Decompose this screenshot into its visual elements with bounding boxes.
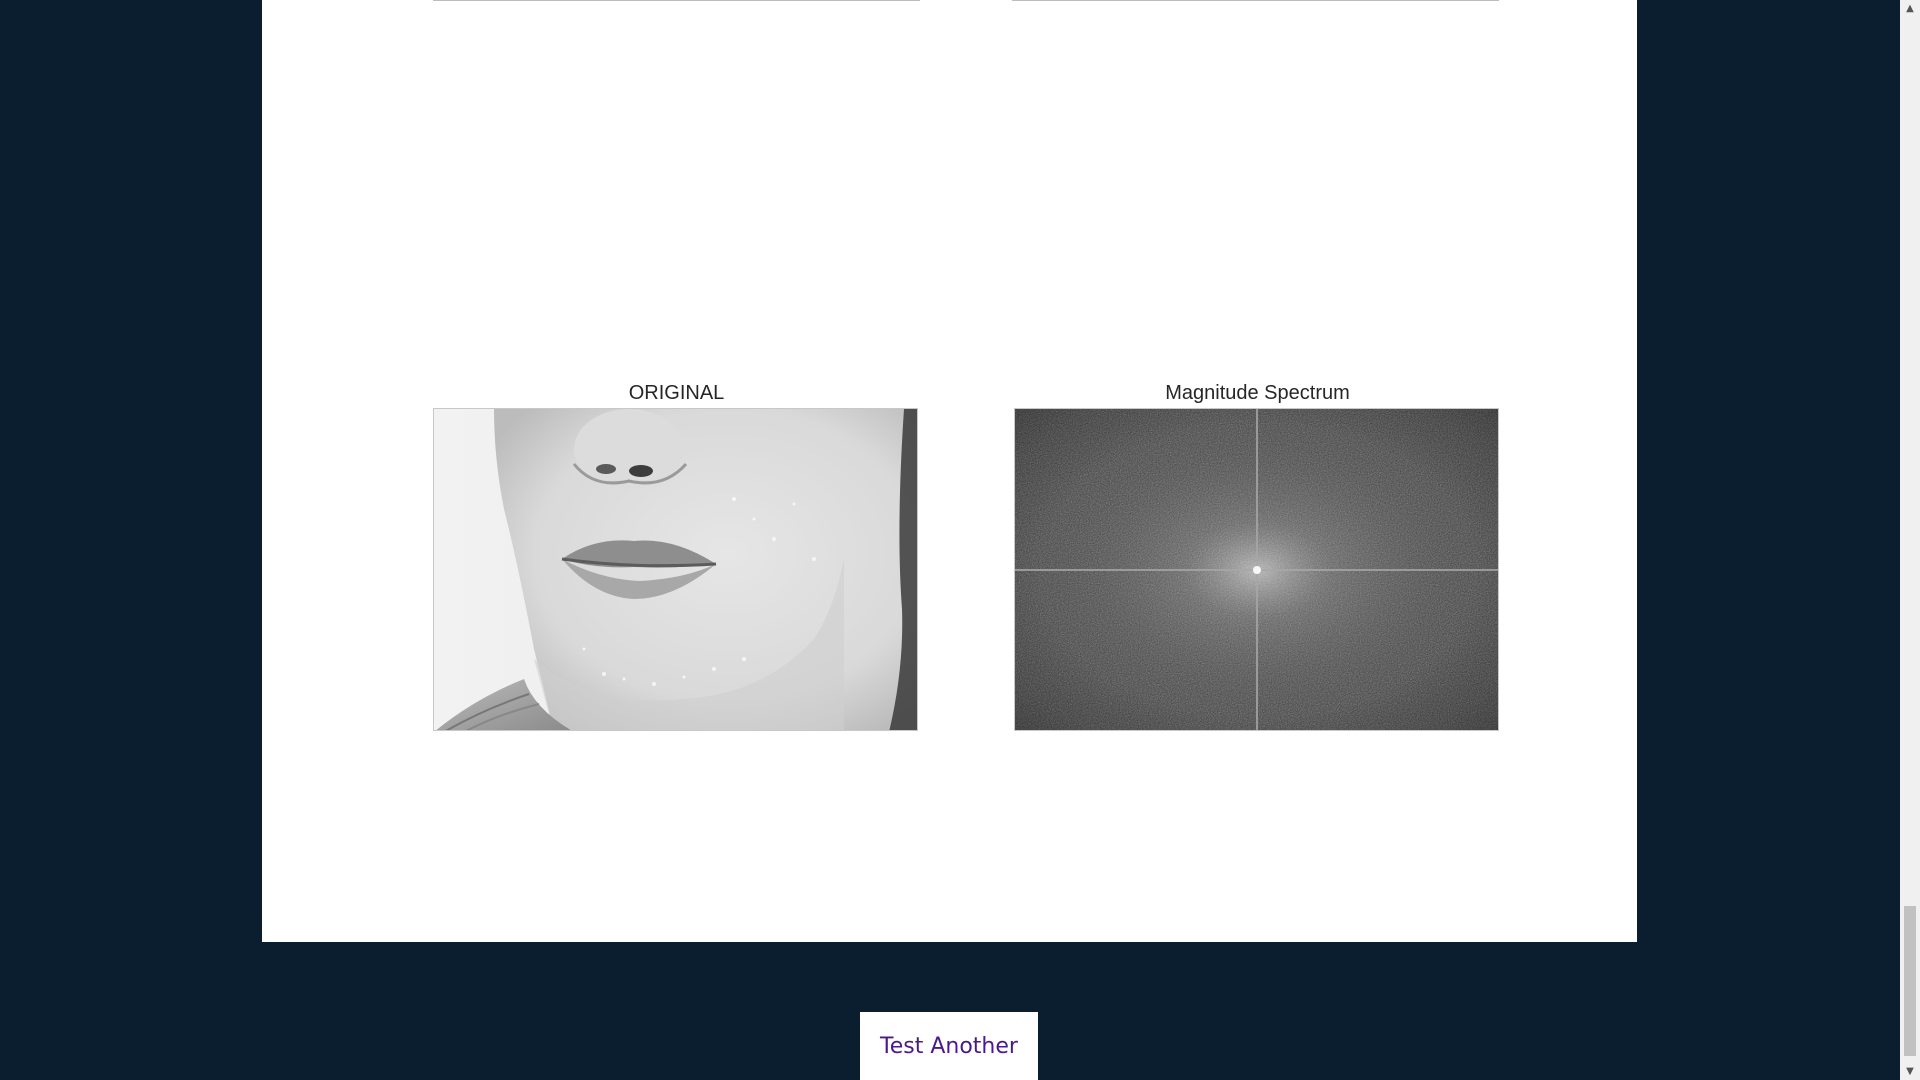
original-figure-title: ORIGINAL	[628, 382, 725, 404]
previous-figure-frame-edge	[433, 0, 920, 1]
fft-spectrum-icon	[1015, 409, 1498, 730]
face-photo-icon	[434, 409, 917, 730]
chevron-up-icon[interactable]: ▲	[1900, 0, 1920, 17]
scrollbar-thumb[interactable]	[1904, 906, 1916, 1056]
vertical-scrollbar[interactable]: ▲ ▼	[1900, 0, 1920, 1080]
chevron-down-icon[interactable]: ▼	[1900, 1063, 1920, 1080]
spectrum-figure-title: Magnitude Spectrum	[1165, 382, 1350, 404]
test-another-button[interactable]: Test Another	[860, 1012, 1038, 1080]
page: ORIGINAL Magnitude Spectrum Test Another	[0, 0, 1900, 1080]
previous-figure-frame-edge	[1012, 0, 1499, 1]
magnitude-spectrum-image	[1014, 408, 1499, 731]
original-image	[433, 408, 918, 731]
